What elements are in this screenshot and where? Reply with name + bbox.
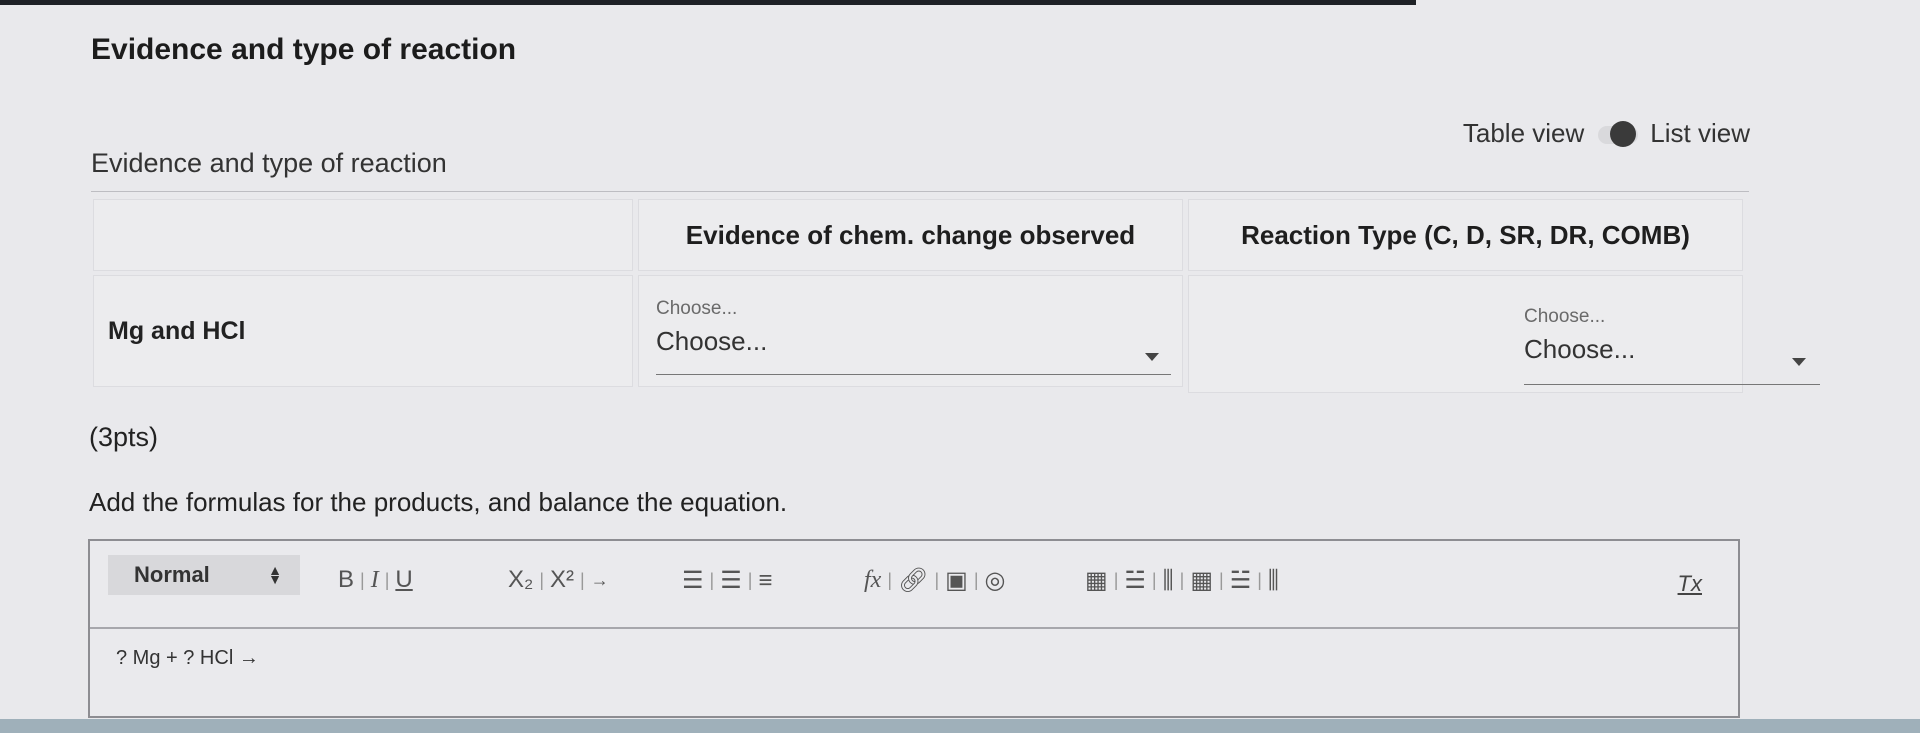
arrow-button[interactable]: → — [591, 570, 609, 591]
format-select[interactable]: Normal ▲ ▼ — [108, 555, 300, 595]
header-evidence: Evidence of chem. change observed — [638, 199, 1183, 271]
delete-table-icon[interactable]: ▦ — [1190, 566, 1213, 595]
editor-toolbar: Normal ▲ ▼ B | I | U X₂ | X² | → ☰ | ☰ | ≡ fx | … — [90, 541, 1738, 629]
insert-group: fx | 🔗︎ | ▣ | ◎ — [864, 566, 1006, 595]
superscript-button[interactable]: X² — [550, 566, 574, 594]
updown-icon: ▲ ▼ — [268, 562, 282, 587]
italic-button[interactable]: I — [371, 567, 379, 594]
view-switch[interactable] — [1594, 120, 1640, 147]
underline-button[interactable]: U — [395, 566, 412, 594]
insert-row-below-icon[interactable]: ☱ — [1230, 566, 1252, 595]
reaction-select-placeholder: Choose... — [1524, 306, 1606, 327]
editor-content[interactable]: ? Mg + ? HCl → — [116, 647, 259, 670]
table-view-label: Table view — [1462, 118, 1585, 148]
top-bar — [0, 0, 1416, 5]
page-title: Evidence and type of reaction — [91, 33, 517, 66]
evidence-select-value: Choose... — [656, 326, 768, 356]
bold-button[interactable]: B — [338, 566, 354, 594]
bullet-list-icon[interactable]: ☰ — [720, 566, 742, 595]
evidence-select-underline — [656, 374, 1171, 375]
bottom-bar — [0, 719, 1920, 733]
header-empty — [93, 199, 633, 271]
points-label: (3pts) — [89, 422, 159, 452]
reaction-select-value: Choose... — [1524, 334, 1636, 364]
reaction-select-underline — [1524, 384, 1820, 385]
align-icon[interactable]: ≡ — [758, 567, 772, 595]
list-view-label: List view — [1650, 118, 1750, 148]
text-style-group: B | I | U — [338, 566, 413, 594]
link-icon[interactable]: 🔗︎ — [898, 566, 928, 595]
reaction-type-cell: Choose... Choose... — [1188, 275, 1820, 393]
section-label: Evidence and type of reaction — [91, 148, 447, 178]
chevron-down-icon[interactable] — [1792, 358, 1806, 366]
reaction-type-select[interactable]: Choose... Choose... — [1524, 306, 1820, 386]
instruction-text: Add the formulas for the products, and b… — [89, 487, 788, 517]
script-group: X₂ | X² | → — [508, 566, 609, 594]
switch-knob[interactable] — [1610, 120, 1637, 147]
insert-column-icon[interactable]: ⫼ — [1163, 567, 1174, 595]
row-label: Mg and HCl — [93, 275, 633, 387]
ordered-list-icon[interactable]: ☰ — [682, 566, 704, 595]
insert-column-right-icon[interactable]: ⫼ — [1268, 567, 1279, 595]
header-reaction-type: Reaction Type (C, D, SR, DR, COMB) — [1188, 199, 1743, 271]
formula-button[interactable]: fx — [864, 567, 881, 594]
subscript-button[interactable]: X₂ — [508, 566, 533, 594]
chevron-down-icon[interactable] — [1145, 353, 1159, 361]
table-icon[interactable]: ▦ — [1085, 566, 1108, 595]
evidence-table: Evidence of chem. change observed Reacti… — [93, 199, 1820, 393]
table-group: ▦ | ☱ | ⫼ | ▦ | ☱ | ⫼ — [1085, 566, 1279, 595]
insert-row-above-icon[interactable]: ☱ — [1124, 566, 1146, 595]
rich-text-editor[interactable]: Normal ▲ ▼ B | I | U X₂ | X² | → ☰ | ☰ | ≡ fx | … — [88, 539, 1740, 718]
evidence-select[interactable]: Choose... Choose... — [656, 298, 1171, 376]
view-toggle[interactable]: Table view List view — [1463, 118, 1750, 149]
attachment-icon[interactable]: ◎ — [985, 566, 1006, 595]
clear-format-button[interactable]: Tx — [1678, 571, 1702, 597]
evidence-select-placeholder: Choose... — [656, 298, 738, 319]
evidence-cell: Choose... Choose... — [638, 275, 1183, 387]
list-group: ☰ | ☰ | ≡ — [682, 566, 773, 595]
format-select-value: Normal — [134, 562, 210, 587]
image-icon[interactable]: ▣ — [945, 566, 968, 595]
section-divider — [91, 191, 1749, 192]
